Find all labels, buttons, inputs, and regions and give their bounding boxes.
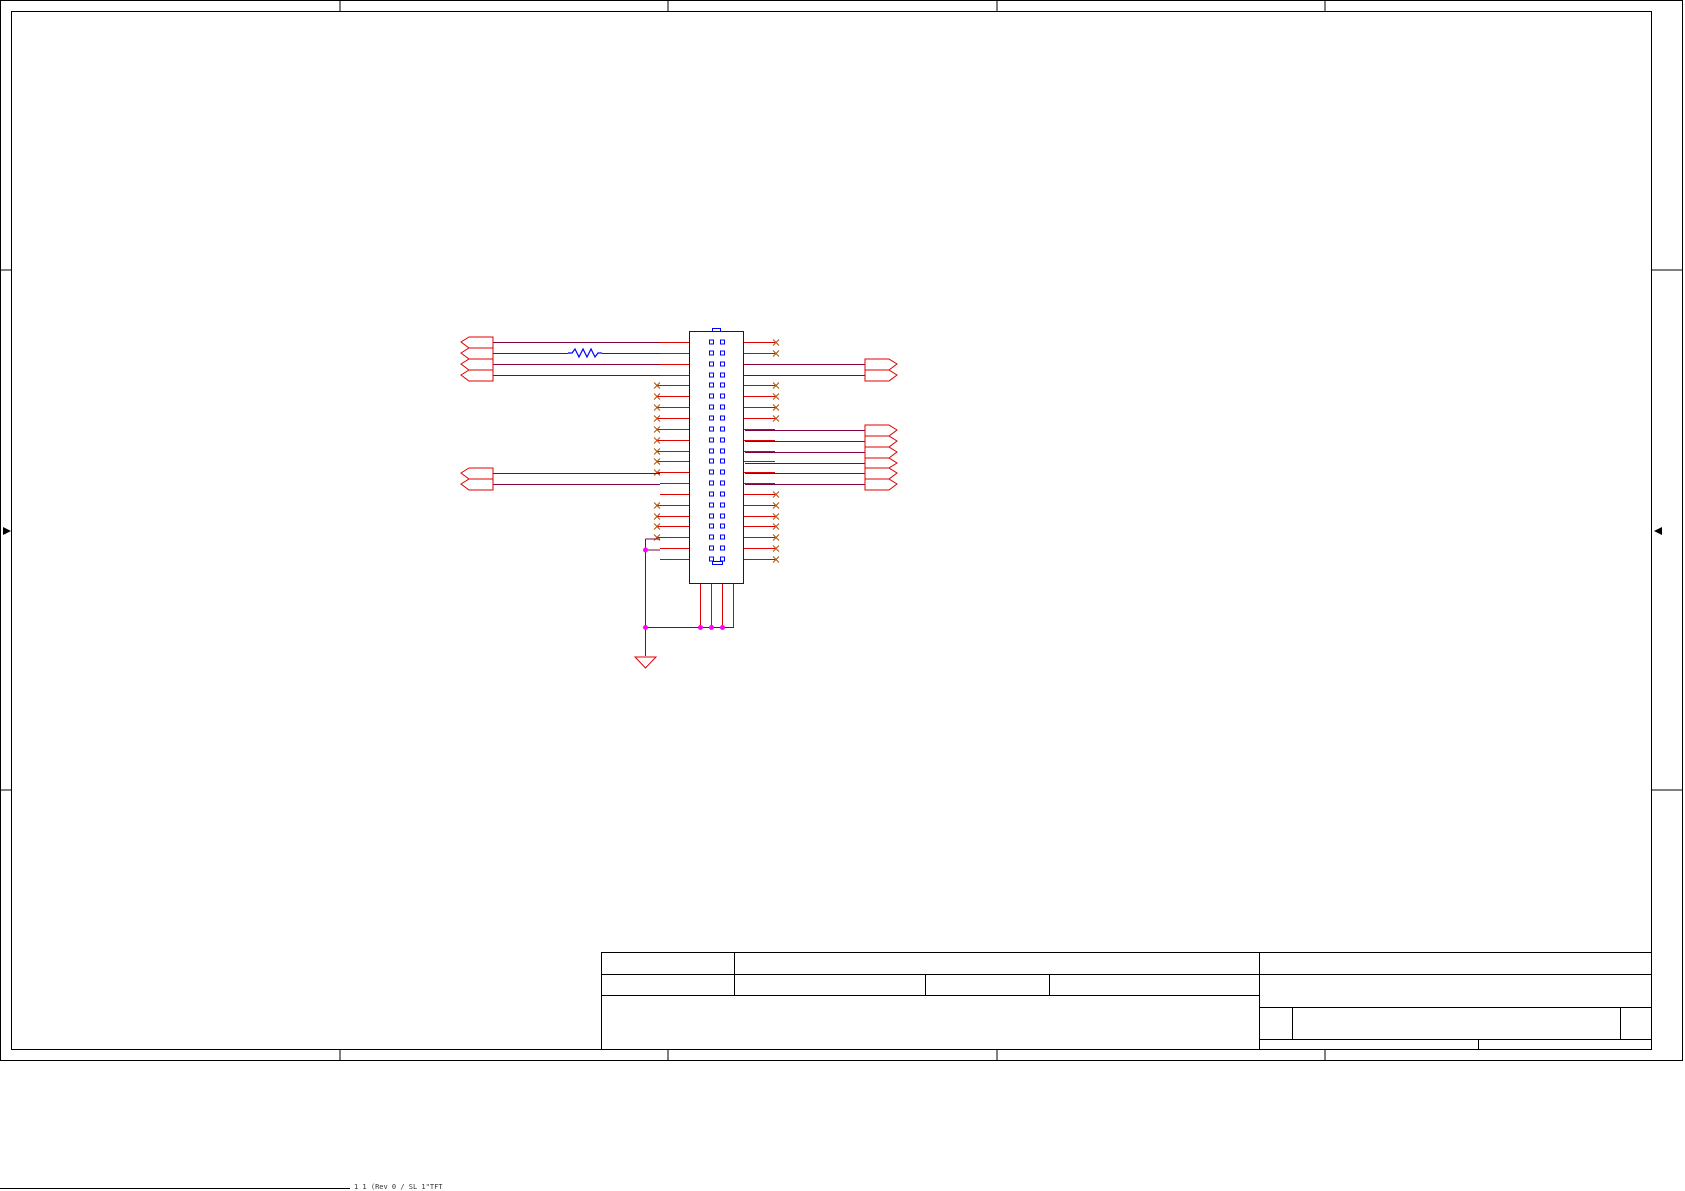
ribbon-connector <box>689 328 744 584</box>
pad <box>709 545 714 551</box>
schematic-sheet <box>0 0 1683 1061</box>
pad <box>709 523 714 529</box>
pad <box>709 350 714 356</box>
pad <box>720 437 725 443</box>
resistor <box>568 347 602 359</box>
pad <box>720 469 725 475</box>
pad <box>720 361 725 367</box>
pad <box>720 502 725 508</box>
pad <box>720 372 725 378</box>
center-arrow-left-icon <box>3 527 11 535</box>
title-block <box>601 952 1652 1050</box>
pad <box>709 534 714 540</box>
port-left-group-2 <box>460 467 494 491</box>
pad <box>709 382 714 388</box>
pad <box>720 480 725 486</box>
pad <box>709 556 714 562</box>
pad <box>720 513 725 519</box>
center-arrow-right-icon <box>1654 527 1662 535</box>
pad <box>720 534 725 540</box>
status-rule <box>0 1188 350 1189</box>
pad <box>709 458 714 464</box>
pad <box>709 513 714 519</box>
pad <box>709 372 714 378</box>
pad <box>709 491 714 497</box>
pad <box>720 404 725 410</box>
pad <box>709 426 714 432</box>
pad <box>709 502 714 508</box>
pad <box>709 469 714 475</box>
pad <box>709 393 714 399</box>
sheet-frame <box>0 0 1683 1061</box>
pad <box>709 480 714 486</box>
pad <box>709 339 714 345</box>
pad <box>709 361 714 367</box>
port-left-group-1 <box>460 336 494 382</box>
status-bar-text: 1 1 (Rev 0 / SL 1"TFT <box>354 1183 443 1191</box>
pad <box>720 426 725 432</box>
pad <box>720 458 725 464</box>
ground-symbol-icon <box>633 656 658 669</box>
pad <box>720 382 725 388</box>
left-nets <box>493 342 660 485</box>
pad <box>709 404 714 410</box>
pad <box>720 448 725 454</box>
pad <box>720 491 725 497</box>
connector-right-pins <box>744 339 780 563</box>
port-right-group-1 <box>864 358 898 382</box>
connector-bottom-pins <box>700 584 734 627</box>
pad <box>720 415 725 421</box>
pad <box>709 415 714 421</box>
connector-key-bottom <box>712 561 723 565</box>
pad <box>709 437 714 443</box>
connector-body <box>689 331 744 584</box>
pad <box>720 339 725 345</box>
pad <box>720 393 725 399</box>
pad <box>720 556 725 562</box>
pad <box>720 545 725 551</box>
connector-key-top <box>712 328 721 332</box>
pad <box>709 448 714 454</box>
port-right-group-2 <box>864 424 898 491</box>
connector-pads <box>709 339 725 562</box>
pad <box>720 523 725 529</box>
pad <box>720 350 725 356</box>
right-nets <box>745 364 865 485</box>
